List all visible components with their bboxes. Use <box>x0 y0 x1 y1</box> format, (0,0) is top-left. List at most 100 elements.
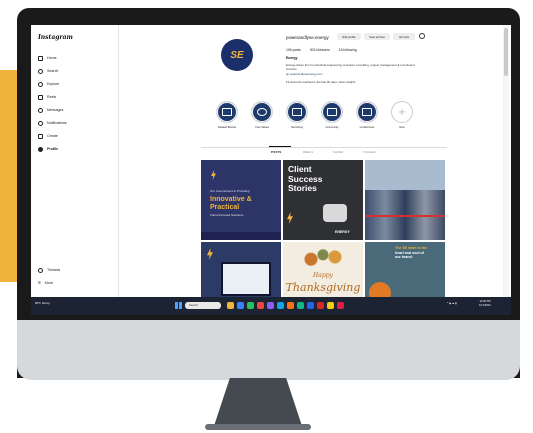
edge-icon[interactable] <box>237 302 244 309</box>
nav-label: More <box>44 281 54 285</box>
weather-widget[interactable]: 66°F Sunny <box>35 301 50 305</box>
highlight-new[interactable]: + New <box>389 101 415 129</box>
monitor-stand <box>214 378 302 426</box>
nav-search[interactable]: Search <box>38 66 58 76</box>
app-icon[interactable] <box>267 302 274 309</box>
network-icon <box>257 108 267 116</box>
app-icon[interactable] <box>327 302 334 309</box>
highlight-label: Related Brands <box>218 126 236 129</box>
nav-profile[interactable]: Profile <box>38 144 58 154</box>
tab-saved[interactable]: SAVED <box>333 150 343 154</box>
ad-tools-button[interactable]: Ad tools <box>393 33 415 40</box>
nav-more[interactable]: ≡ More <box>38 278 53 288</box>
tab-reels[interactable]: REELS <box>303 150 313 154</box>
highlight-cover <box>216 101 238 123</box>
scrollbar-thumb[interactable] <box>504 28 508 76</box>
autumn-leaves-graphic <box>293 246 353 268</box>
post-tile[interactable] <box>365 160 445 240</box>
highlight-core-values[interactable]: Core Values <box>249 101 275 129</box>
nav-create[interactable]: Create <box>38 131 58 141</box>
thumbs-up-icon <box>323 204 347 222</box>
community-icon <box>327 108 337 116</box>
edit-profile-button[interactable]: Edit profile <box>337 33 361 40</box>
post-headline-line: Innovative & <box>210 196 252 203</box>
highlight-conferences[interactable]: Conferences <box>354 101 380 129</box>
highlight-cover <box>286 101 308 123</box>
highlight-cover <box>356 101 378 123</box>
app-icon[interactable] <box>317 302 324 309</box>
post-headline-line: Practical <box>210 203 240 211</box>
post-headline-line: Success <box>288 173 323 184</box>
heart-icon <box>38 120 43 126</box>
tab-posts[interactable]: POSTS <box>271 150 281 154</box>
laptop-mockup <box>221 262 271 296</box>
nav-messages[interactable]: Messages <box>38 105 63 115</box>
followers-count[interactable]: 303 followers <box>310 48 330 52</box>
view-archive-button[interactable]: View archive <box>364 33 390 40</box>
lightning-icon <box>287 212 293 224</box>
app-icon[interactable] <box>247 302 254 309</box>
profile-avatar-icon <box>38 146 43 152</box>
bio-website-link[interactable]: @ powerandlyseenergy.com <box>286 72 322 76</box>
chrome-icon[interactable] <box>257 302 264 309</box>
highlight-community[interactable]: Community <box>319 101 345 129</box>
profile-avatar[interactable]: SE <box>221 39 253 71</box>
app-icon[interactable] <box>287 302 294 309</box>
insights-link[interactable]: 19 accounts reached in the last 30 days.… <box>286 80 355 84</box>
plus-icon: + <box>391 101 413 123</box>
outlook-icon[interactable] <box>277 302 284 309</box>
app-icon[interactable] <box>337 302 344 309</box>
post-photo-ribbon <box>365 215 445 217</box>
highlight-label: Recruiting <box>291 126 303 129</box>
instagram-logo[interactable]: Instagram <box>38 34 73 41</box>
conference-icon <box>362 108 372 116</box>
threads-icon <box>38 267 43 273</box>
nav-explore[interactable]: Explore <box>38 79 59 89</box>
tab-tagged[interactable]: TAGGED <box>363 150 376 154</box>
profile-username: powerandlyse.energy <box>286 35 329 40</box>
highlight-related-brands[interactable]: Related Brands <box>214 101 240 129</box>
nav-threads[interactable]: Threads <box>38 265 60 275</box>
nav-label: Profile <box>47 147 59 151</box>
highlight-recruiting[interactable]: Recruiting <box>284 101 310 129</box>
reels-icon <box>38 94 43 100</box>
post-photo-sky <box>365 160 445 190</box>
clock-time: 12:00 PM <box>479 300 491 303</box>
bio-name: Energy <box>286 56 298 60</box>
nav-label: Notifications <box>47 121 67 125</box>
post-tile[interactable]: Our Commitment to Providing Innovative &… <box>201 160 281 240</box>
page-scrollbar[interactable] <box>503 25 509 297</box>
clock-date: 1/17/2024 <box>479 304 491 307</box>
post-headline: Innovative & Practical <box>210 196 252 211</box>
word-icon[interactable] <box>307 302 314 309</box>
highlight-label: Conferences <box>359 126 375 129</box>
recruiting-icon <box>292 108 302 116</box>
nav-notifications[interactable]: Notifications <box>38 118 67 128</box>
nav-label: Create <box>47 134 58 138</box>
profile-main: SE powerandlyse.energy Edit profile View… <box>119 25 511 315</box>
nav-home[interactable]: Home <box>38 53 57 63</box>
following-count[interactable]: 18 following <box>339 48 357 52</box>
post-headline-line: Stories <box>288 183 317 193</box>
profile-stats: 106 posts 303 followers 18 following <box>286 48 357 52</box>
post-footer-bar <box>201 232 281 240</box>
highlight-cover <box>251 101 273 123</box>
taskbar-clock[interactable]: 12:00 PM 1/17/2024 <box>479 300 491 308</box>
gear-icon[interactable] <box>419 33 425 39</box>
avatar-logo-text: SE <box>230 49 244 61</box>
taskbar-search[interactable]: Search <box>185 302 221 309</box>
post-headline-line: our brand. <box>395 255 413 259</box>
file-explorer-icon[interactable] <box>227 302 234 309</box>
nav-reels[interactable]: Reels <box>38 92 56 102</box>
post-headline-line: heart and soul of <box>395 250 424 255</box>
highlight-cover <box>321 101 343 123</box>
messenger-icon <box>38 107 43 113</box>
bio-line: Energy-driven firm for electrical engine… <box>286 63 415 67</box>
system-tray-icons[interactable]: ^ ◉ ☁ ▮ <box>447 302 457 305</box>
bio-line: services. <box>286 67 298 71</box>
compass-icon <box>38 81 43 87</box>
app-icon[interactable] <box>297 302 304 309</box>
post-tile[interactable]: Client Success Stories ENERGY <box>283 160 363 240</box>
active-tab-indicator <box>269 146 291 147</box>
windows-start-icon[interactable] <box>175 302 182 309</box>
